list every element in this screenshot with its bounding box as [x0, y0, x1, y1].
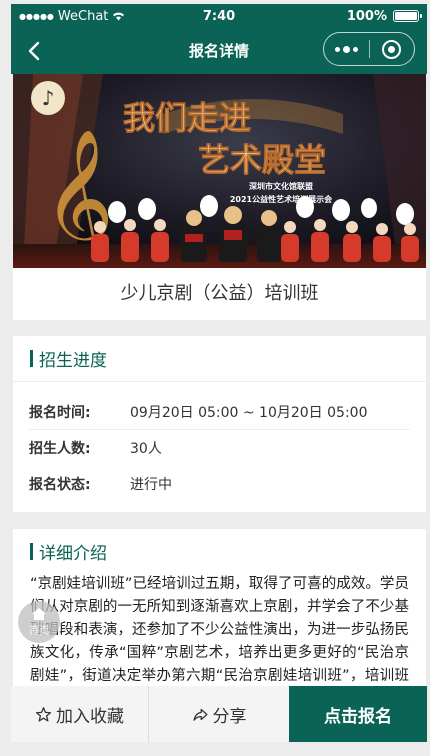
section-title: 招生进度: [39, 351, 107, 371]
target-icon: [382, 39, 402, 59]
info-value: 30人: [130, 441, 162, 457]
home-icon: [32, 608, 46, 620]
favorite-label: 加入收藏: [56, 706, 124, 727]
star-icon: [35, 706, 52, 722]
more-button[interactable]: [324, 33, 369, 65]
banner-subtitle-1: 深圳市文化馆联盟: [249, 181, 313, 191]
nav-bar: 报名详情: [11, 28, 427, 74]
status-bar: ●●●●● WeChat 7:40 100%: [11, 4, 427, 28]
section-header: 详细介绍: [13, 529, 426, 573]
apply-button[interactable]: 点击报名: [289, 686, 427, 742]
battery-percent: 100%: [346, 8, 387, 24]
banner-image: 𝄞 ♪ 我们走进 艺术殿堂 深圳市文化馆联盟 2021公益性艺术培训展示会: [13, 74, 426, 268]
chevron-left-icon: [28, 41, 40, 61]
section-accent-bar: [30, 542, 33, 560]
svg-text:♪: ♪: [42, 86, 55, 110]
section-accent-bar: [30, 350, 33, 367]
section-header: 招生进度: [13, 336, 426, 382]
clock: 7:40: [202, 8, 236, 24]
banner-illustration: 𝄞 ♪ 我们走进 艺术殿堂 深圳市文化馆联盟 2021公益性艺术培训展示会: [13, 74, 426, 268]
section-title: 详细介绍: [39, 543, 107, 564]
close-button[interactable]: [370, 33, 414, 65]
info-label: 报名时间:: [29, 404, 91, 421]
share-icon: [192, 708, 208, 721]
wifi-icon: [113, 12, 125, 21]
info-value: 进行中: [130, 477, 172, 493]
home-label: 首页: [29, 626, 49, 637]
info-label: 招生人数:: [29, 441, 91, 457]
enrollment-progress-card: 招生进度 报名时间: 09月20日 05:00 ~ 10月20日 05:00 招…: [13, 336, 426, 512]
home-float-button[interactable]: 首页: [18, 601, 60, 643]
details-text: “京剧娃培训班”已经培训过五期，取得了可喜的成效。学员们从对京剧的一无所知到逐渐…: [30, 576, 409, 684]
carrier-label: WeChat: [57, 8, 109, 24]
back-button[interactable]: [21, 38, 47, 64]
details-card: 详细介绍 “京剧娃培训班”已经培训过五期，取得了可喜的成效。学员们从对京剧的一无…: [13, 529, 426, 686]
battery-icon: [393, 10, 422, 22]
banner-subtitle-2: 2021公益性艺术培训展示会: [230, 194, 332, 204]
info-value: 09月20日 05:00 ~ 10月20日 05:00: [130, 404, 368, 421]
apply-label: 点击报名: [324, 706, 392, 727]
info-row-quota: 招生人数: 30人: [29, 430, 410, 466]
battery-group: 100%: [269, 8, 422, 24]
course-title: 少儿京剧（公益）培训班: [13, 268, 426, 320]
banner-headline-2: 艺术殿堂: [198, 141, 326, 179]
banner-headline-1: 我们走进: [123, 99, 251, 137]
share-label: 分享: [212, 706, 247, 727]
carrier-group: ●●●●● WeChat: [19, 9, 169, 24]
info-row-time: 报名时间: 09月20日 05:00 ~ 10月20日 05:00: [29, 394, 410, 430]
info-label: 报名状态:: [29, 477, 91, 493]
mini-program-capsule: [323, 32, 415, 66]
share-button[interactable]: 分享: [149, 686, 289, 742]
info-row-status: 报名状态: 进行中: [29, 466, 410, 502]
add-favorite-button[interactable]: 加入收藏: [11, 686, 149, 742]
bottom-action-bar: 加入收藏 分享 点击报名: [11, 686, 427, 742]
signal-icon: ●●●●●: [19, 11, 54, 21]
